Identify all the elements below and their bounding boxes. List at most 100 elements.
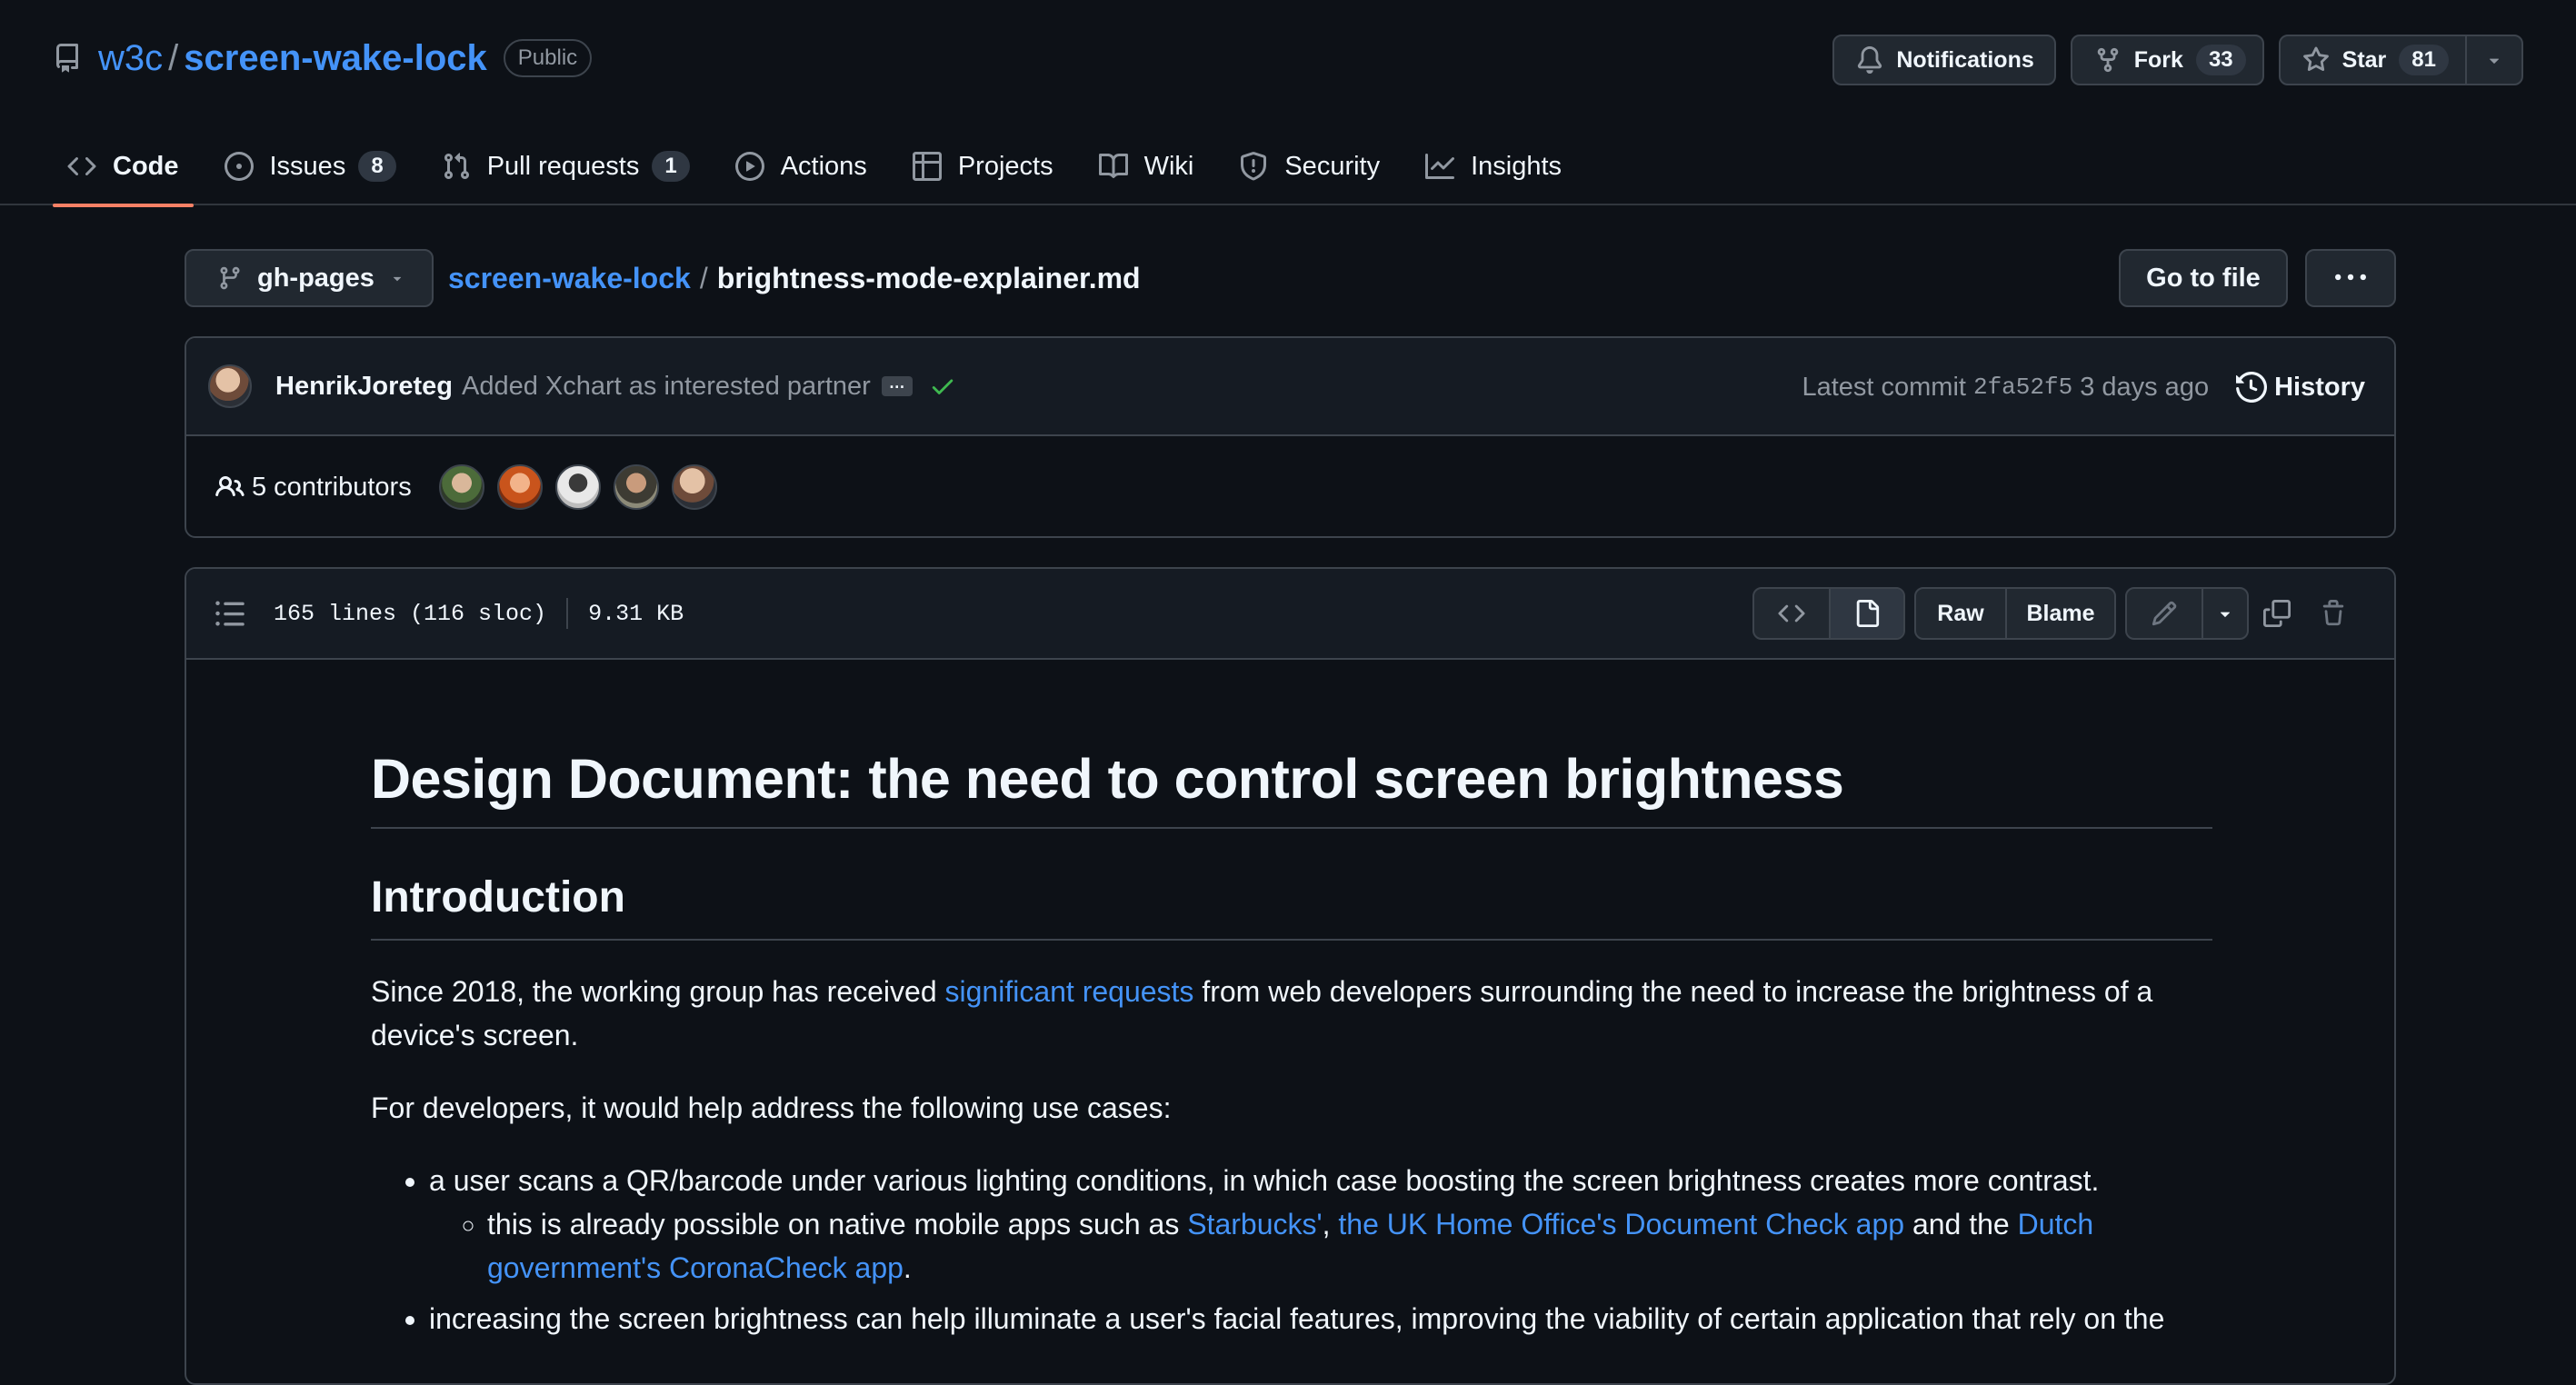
- use-case-facial-text: increasing the screen brightness can hel…: [429, 1302, 2165, 1335]
- tab-insights-label: Insights: [1471, 151, 1563, 181]
- more-options-button[interactable]: [2305, 249, 2396, 307]
- use-case-qr-text: a user scans a QR/barcode under various …: [429, 1164, 2100, 1197]
- repo-owner-link[interactable]: w3c: [98, 38, 163, 79]
- list-unordered-icon[interactable]: [214, 597, 246, 630]
- avatar[interactable]: [671, 464, 717, 510]
- raw-button[interactable]: Raw: [1916, 589, 2005, 638]
- trash-icon: [2322, 600, 2344, 626]
- edit-button[interactable]: [2127, 589, 2202, 638]
- repo-name-link[interactable]: screen-wake-lock: [184, 38, 487, 79]
- and-the-text: and the: [1904, 1208, 2018, 1241]
- native-apps-text: this is already possible on native mobil…: [487, 1208, 1188, 1241]
- latest-commit-box: HenrikJoreteg Added Xchart as interested…: [185, 336, 2396, 538]
- branch-name: gh-pages: [257, 263, 374, 293]
- copy-icon: [2263, 600, 2291, 627]
- graph-icon: [1425, 152, 1455, 181]
- breadcrumb-repo-link[interactable]: screen-wake-lock: [448, 262, 691, 295]
- delete-button[interactable]: [2305, 587, 2361, 640]
- file-viewer: 165 lines (116 sloc) 9.31 KB Raw Blame D…: [185, 567, 2396, 1385]
- check-icon[interactable]: [929, 373, 956, 400]
- issue-icon: [224, 152, 254, 181]
- repo-header: w3c / screen-wake-lock Public Notificati…: [0, 0, 2576, 207]
- tab-actions[interactable]: Actions: [721, 127, 882, 205]
- significant-requests-link[interactable]: significant requests: [945, 975, 1194, 1008]
- commit-message-link[interactable]: Added Xchart as interested partner: [462, 372, 871, 402]
- code-icon: [1778, 604, 1805, 623]
- star-icon[interactable]: [2302, 46, 2330, 74]
- star-label[interactable]: Star: [2342, 47, 2387, 74]
- file-toolbar: Raw Blame: [1752, 587, 2361, 640]
- edit-group: [2125, 587, 2249, 640]
- contributor-avatars: [438, 464, 717, 510]
- fork-icon: [2094, 46, 2122, 74]
- commit-author-link[interactable]: HenrikJoreteg: [275, 372, 453, 402]
- fork-button[interactable]: Fork 33: [2070, 35, 2264, 85]
- uk-document-check-link[interactable]: the UK Home Office's Document Check app: [1338, 1208, 1904, 1241]
- notifications-button[interactable]: Notifications: [1832, 35, 2056, 85]
- git-branch-icon: [217, 265, 243, 291]
- document-title: Design Document: the need to control scr…: [371, 662, 2212, 829]
- star-list-dropdown[interactable]: [2465, 36, 2521, 84]
- breadcrumb-file-name: brightness-mode-explainer.md: [716, 261, 1141, 294]
- preview-button[interactable]: [1829, 589, 1903, 638]
- blame-button[interactable]: Blame: [2005, 589, 2114, 638]
- history-button[interactable]: History: [2236, 372, 2365, 403]
- star-count: 81: [2399, 45, 2449, 75]
- avatar[interactable]: [496, 464, 543, 510]
- repo-tabs: Code Issues 8 Pull requests 1 Actions Pr…: [53, 127, 1593, 207]
- tab-wiki[interactable]: Wiki: [1084, 127, 1209, 205]
- expand-commit-message-button[interactable]: …: [881, 374, 913, 396]
- list-item: increasing the screen brightness can hel…: [429, 1297, 2212, 1340]
- tab-security[interactable]: Security: [1224, 127, 1394, 205]
- intro-paragraph: Since 2018, the working group has receiv…: [371, 970, 2212, 1057]
- use-cases-paragraph: For developers, it would help address th…: [371, 1091, 1172, 1124]
- commit-sha-link[interactable]: 2fa52f5: [1973, 374, 2072, 401]
- code-icon: [67, 152, 96, 181]
- tab-issues[interactable]: Issues 8: [210, 127, 411, 205]
- pencil-icon: [2152, 601, 2177, 626]
- code-view-button[interactable]: [1754, 589, 1829, 638]
- people-icon: [215, 473, 245, 502]
- tab-pull-requests[interactable]: Pull requests 1: [427, 127, 704, 205]
- tab-code[interactable]: Code: [53, 127, 194, 207]
- tab-insights[interactable]: Insights: [1411, 127, 1576, 205]
- file-icon: [1856, 600, 1880, 627]
- issues-count: 8: [358, 151, 396, 182]
- intro-text-start: Since 2018, the working group has receiv…: [371, 975, 945, 1008]
- repo-icon: [53, 44, 82, 73]
- history-label: History: [2274, 372, 2365, 402]
- tab-code-label: Code: [113, 151, 179, 181]
- avatar[interactable]: [554, 464, 601, 510]
- bell-icon: [1856, 46, 1883, 74]
- divider: [566, 598, 569, 629]
- go-to-file-button[interactable]: Go to file: [2119, 249, 2288, 307]
- tab-issues-label: Issues: [269, 151, 346, 181]
- header-actions: Notifications Fork 33 Star 81: [1832, 35, 2523, 85]
- avatar[interactable]: [438, 464, 484, 510]
- pull-requests-count: 1: [652, 151, 690, 182]
- avatar[interactable]: [208, 364, 252, 408]
- tab-pull-requests-label: Pull requests: [486, 151, 640, 181]
- copy-button[interactable]: [2249, 587, 2305, 640]
- nested-list: this is already possible on native mobil…: [429, 1202, 2212, 1290]
- latest-commit-row: HenrikJoreteg Added Xchart as interested…: [186, 338, 2394, 436]
- commit-meta: Latest commit 2fa52f5 3 days ago History: [1802, 338, 2365, 436]
- starbucks-link[interactable]: Starbucks': [1187, 1208, 1322, 1241]
- repo-title: w3c / screen-wake-lock Public: [53, 33, 593, 84]
- period-text: .: [903, 1251, 912, 1284]
- branch-selector-button[interactable]: gh-pages: [185, 249, 434, 307]
- list-item: a user scans a QR/barcode under various …: [429, 1159, 2212, 1290]
- file-size: 9.31 KB: [588, 600, 684, 627]
- file-line-count: 165 lines (116 sloc): [274, 600, 547, 627]
- fork-label: Fork: [2133, 46, 2183, 73]
- tab-projects-label: Projects: [957, 151, 1053, 181]
- file-header: 165 lines (116 sloc) 9.31 KB Raw Blame: [186, 569, 2394, 660]
- edit-dropdown-button[interactable]: [2202, 589, 2247, 638]
- view-mode-toggle: [1752, 587, 1905, 640]
- tab-security-label: Security: [1284, 151, 1381, 181]
- avatar[interactable]: [613, 464, 659, 510]
- history-icon: [2236, 372, 2268, 403]
- play-icon: [734, 152, 764, 181]
- tab-projects[interactable]: Projects: [898, 127, 1068, 205]
- contributors-link[interactable]: 5 contributors: [252, 473, 412, 503]
